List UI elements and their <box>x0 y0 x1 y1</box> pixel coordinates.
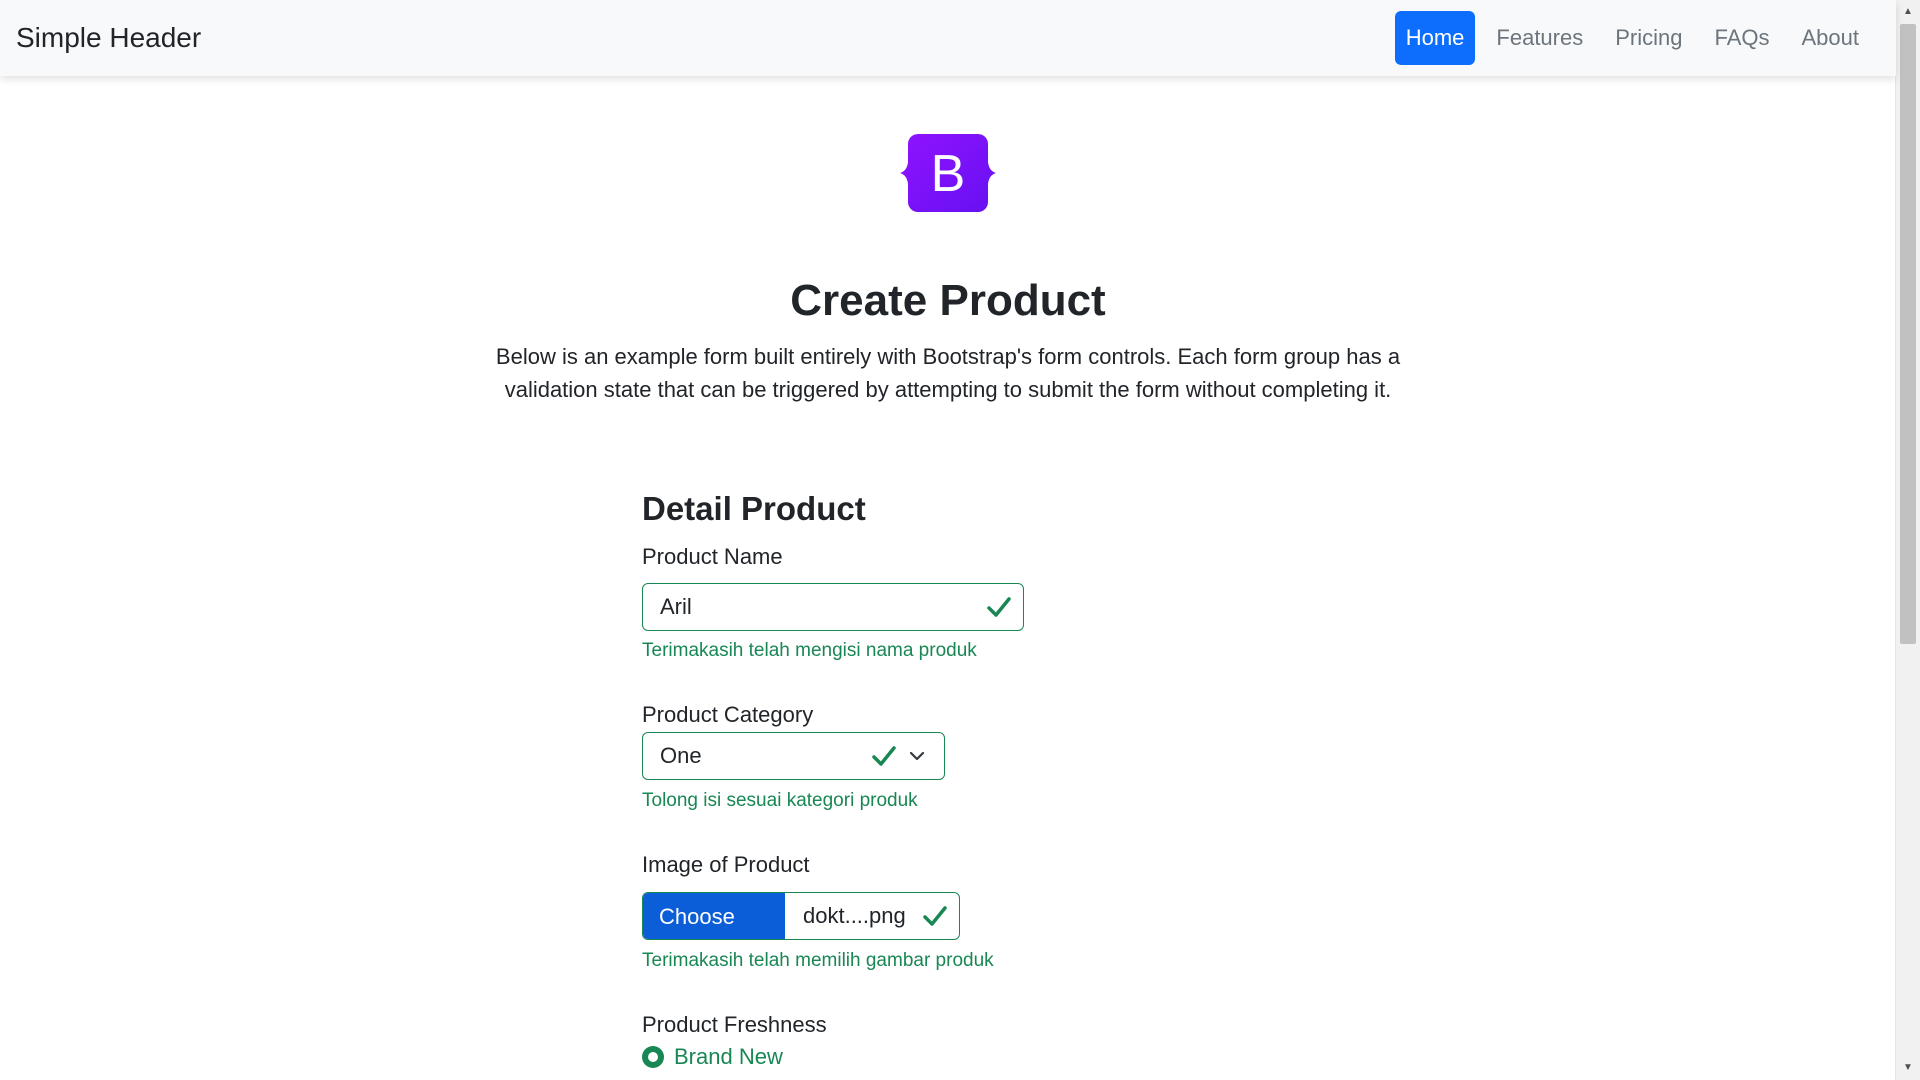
product-name-label: Product Name <box>642 544 783 569</box>
form-section-title: Detail Product <box>642 490 866 527</box>
product-name-input[interactable]: Aril <box>642 583 1024 631</box>
nav-pricing[interactable]: Pricing <box>1604 11 1693 65</box>
scroll-up-arrow-icon[interactable]: ▲ <box>1896 2 1920 22</box>
page-scrollbar[interactable]: ▲ ▼ <box>1895 0 1920 1080</box>
radio-button[interactable] <box>642 1046 664 1068</box>
product-category-label: Product Category <box>642 702 814 727</box>
valid-check-icon <box>923 906 947 926</box>
valid-check-icon <box>987 597 1011 617</box>
page-title: Create Product <box>790 276 1106 325</box>
choose-file-button[interactable]: Choose File <box>643 893 785 977</box>
product-category-select[interactable]: One <box>642 732 945 780</box>
valid-check-icon <box>872 746 896 766</box>
nav-home[interactable]: Home <box>1394 11 1476 65</box>
bootstrap-logo-icon: B <box>900 134 996 212</box>
chevron-down-icon <box>909 751 925 761</box>
brand-name[interactable]: Simple Header <box>16 20 201 56</box>
nav-menu: Home Features Pricing FAQs About <box>1394 11 1871 65</box>
nav-about[interactable]: About <box>1791 11 1871 65</box>
scrollbar-thumb[interactable] <box>1900 24 1916 644</box>
top-navbar: Simple Header Home Features Pricing FAQs… <box>0 0 1896 76</box>
freshness-option-brand-new[interactable]: Brand New <box>642 1044 783 1070</box>
page: Simple Header Home Features Pricing FAQs… <box>0 0 1920 1080</box>
image-file-input[interactable]: Choose File dokt....png <box>642 892 960 977</box>
product-name-feedback: Terimakasih telah mengisi nama produk <box>642 640 977 661</box>
scroll-down-arrow-icon[interactable]: ▼ <box>1896 1058 1920 1078</box>
product-category-feedback: Tolong isi sesuai kategori produk <box>642 790 918 811</box>
logo-letter: B <box>931 145 966 203</box>
product-name-value: Aril <box>660 594 692 619</box>
image-feedback: Terimakasih telah memilih gambar produk <box>642 950 994 971</box>
selected-file-name: dokt....png <box>803 903 906 928</box>
nav-features[interactable]: Features <box>1485 11 1594 65</box>
image-label: Image of Product <box>642 852 810 877</box>
nav-faqs[interactable]: FAQs <box>1703 11 1780 65</box>
product-freshness-label: Product Freshness <box>642 1012 827 1037</box>
product-category-value: One <box>660 743 702 768</box>
freshness-option-label: Brand New <box>674 1044 783 1069</box>
intro-text: Below is an example form built entirely … <box>495 344 1401 402</box>
